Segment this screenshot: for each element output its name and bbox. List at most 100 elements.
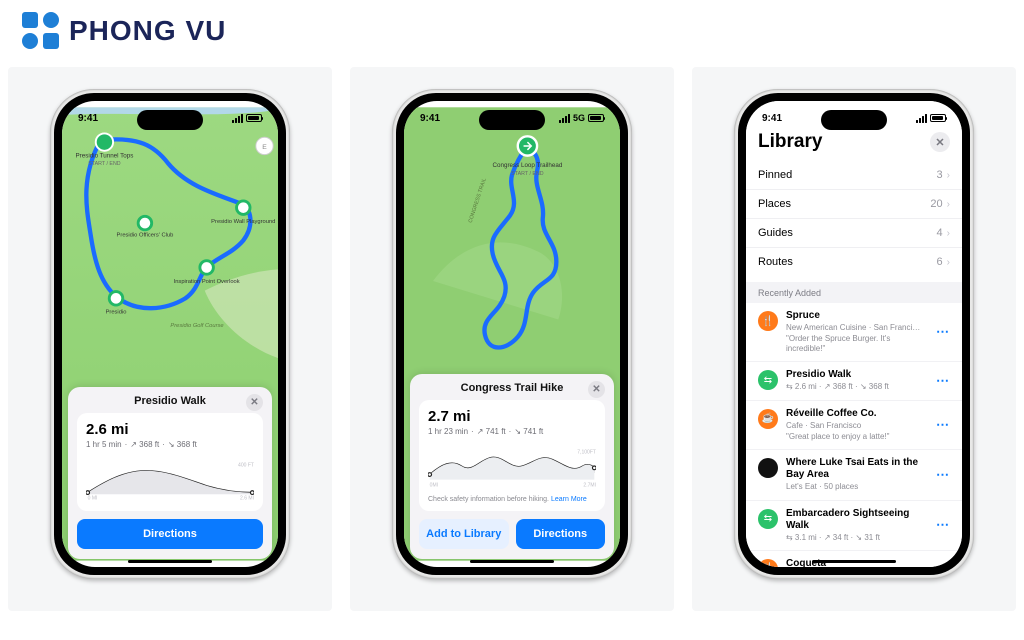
route-meta: 1 hr 5 min· ↗ 368 ft· ↘ 368 ft bbox=[86, 440, 254, 449]
svg-text:2.6 MI: 2.6 MI bbox=[240, 495, 254, 501]
home-indicator[interactable] bbox=[812, 560, 896, 564]
route-distance: 2.6 mi bbox=[86, 421, 254, 438]
svg-text:Presidio Officers' Club: Presidio Officers' Club bbox=[117, 233, 174, 239]
item-title: Where Luke Tsai Eats in the Bay Area bbox=[786, 457, 928, 481]
signal-icon bbox=[916, 114, 927, 123]
category-guides[interactable]: Guides4› bbox=[746, 219, 962, 248]
brand-header: PHONG VU bbox=[0, 0, 1024, 67]
category-pinned[interactable]: Pinned3› bbox=[746, 161, 962, 190]
list-item[interactable]: Where Luke Tsai Eats in the Bay AreaLet'… bbox=[746, 450, 962, 500]
panel-1: 9:41 Presidio Tunn bbox=[8, 67, 332, 611]
list-item[interactable]: 🍴 SpruceNew American Cuisine · San Franci… bbox=[746, 303, 962, 362]
category-places[interactable]: Places20› bbox=[746, 190, 962, 219]
status-time: 9:41 bbox=[420, 113, 440, 124]
item-title: Spruce bbox=[786, 310, 928, 322]
more-icon[interactable]: ⋯ bbox=[936, 467, 950, 483]
route-meta: 1 hr 23 min· ↗ 741 ft· ↘ 741 ft bbox=[428, 427, 596, 436]
svg-text:400 FT: 400 FT bbox=[238, 463, 254, 469]
item-icon: 🍴 bbox=[758, 311, 778, 331]
list-item[interactable]: ⇆ Embarcadero Sightseeing Walk⇆ 3.1 mi · … bbox=[746, 501, 962, 551]
item-title: Embarcadero Sightseeing Walk bbox=[786, 508, 928, 532]
item-quote: "Order the Spruce Burger. It's incredibl… bbox=[786, 334, 928, 354]
close-icon[interactable]: ✕ bbox=[246, 394, 263, 411]
dynamic-island bbox=[821, 110, 887, 130]
svg-text:0 MI: 0 MI bbox=[88, 495, 98, 501]
more-icon[interactable]: ⋯ bbox=[936, 324, 950, 340]
phone-2: 9:41 5G Congress Loop Trailhead START / … bbox=[392, 89, 632, 579]
item-title: Réveille Coffee Co. bbox=[786, 408, 928, 420]
phone-3: 9:41 Library ✕ Pinned3› Places20› Guides… bbox=[734, 89, 974, 579]
item-icon: ⇆ bbox=[758, 509, 778, 529]
item-quote: "Great place to enjoy a latte!" bbox=[786, 432, 928, 442]
status-time: 9:41 bbox=[762, 113, 782, 124]
item-icon bbox=[758, 458, 778, 478]
signal-icon bbox=[559, 114, 570, 123]
list-item[interactable]: ☕ Réveille Coffee Co.Cafe · San Francisco… bbox=[746, 401, 962, 450]
item-icon: ⇆ bbox=[758, 370, 778, 390]
panel-2: 9:41 5G Congress Loop Trailhead START / … bbox=[350, 67, 674, 611]
more-icon[interactable]: ⋯ bbox=[936, 517, 950, 533]
svg-text:E: E bbox=[262, 144, 267, 151]
more-icon[interactable]: ⋯ bbox=[936, 417, 950, 433]
brand-logo-icon bbox=[22, 12, 59, 49]
item-subtitle: Let's Eat · 50 places bbox=[786, 482, 928, 492]
battery-icon bbox=[246, 114, 262, 122]
battery-icon bbox=[930, 114, 946, 122]
svg-text:START / END: START / END bbox=[511, 171, 544, 177]
dynamic-island bbox=[479, 110, 545, 130]
add-to-library-button[interactable]: Add to Library bbox=[419, 519, 509, 549]
svg-text:Presidio: Presidio bbox=[106, 310, 127, 316]
item-icon: 🍴 bbox=[758, 559, 778, 567]
svg-text:START / END: START / END bbox=[88, 161, 121, 167]
status-time: 9:41 bbox=[78, 113, 98, 124]
home-indicator[interactable] bbox=[128, 560, 212, 564]
route-card: 2.6 mi 1 hr 5 min· ↗ 368 ft· ↘ 368 ft 40… bbox=[77, 413, 263, 511]
item-title: Presidio Walk bbox=[786, 369, 928, 381]
brand-name: PHONG VU bbox=[69, 15, 226, 47]
svg-text:7,100FT: 7,100FT bbox=[577, 450, 596, 456]
item-subtitle: Cafe · San Francisco bbox=[786, 421, 928, 431]
svg-text:2.7MI: 2.7MI bbox=[583, 482, 596, 488]
item-subtitle: ⇆ 3.1 mi · ↗ 34 ft · ↘ 31 ft bbox=[786, 533, 928, 543]
route-card: 2.7 mi 1 hr 23 min· ↗ 741 ft· ↘ 741 ft 7… bbox=[419, 400, 605, 511]
section-header: Recently Added bbox=[746, 282, 962, 303]
network-label: 5G bbox=[573, 113, 585, 123]
library-categories: Pinned3› Places20› Guides4› Routes6› bbox=[746, 159, 962, 282]
route-distance: 2.7 mi bbox=[428, 408, 596, 425]
sheet-title: Presidio Walk bbox=[134, 395, 206, 407]
item-subtitle: ⇆ 2.6 mi · ↗ 368 ft · ↘ 368 ft bbox=[786, 382, 928, 392]
home-indicator[interactable] bbox=[470, 560, 554, 564]
close-icon[interactable]: ✕ bbox=[930, 132, 950, 152]
svg-text:0MI: 0MI bbox=[430, 482, 438, 488]
phone-1: 9:41 Presidio Tunn bbox=[50, 89, 290, 579]
safety-note: Check safety information before hiking. … bbox=[428, 496, 596, 503]
category-routes[interactable]: Routes6› bbox=[746, 248, 962, 276]
library-items: 🍴 SpruceNew American Cuisine · San Franci… bbox=[746, 303, 962, 567]
signal-icon bbox=[232, 114, 243, 123]
svg-text:Presidio Wall Playground: Presidio Wall Playground bbox=[211, 219, 275, 225]
more-icon[interactable]: ⋯ bbox=[936, 373, 950, 389]
route-sheet: Congress Trail Hike ✕ 2.7 mi 1 hr 23 min… bbox=[410, 374, 614, 559]
directions-button[interactable]: Directions bbox=[516, 519, 606, 549]
learn-more-link[interactable]: Learn More bbox=[551, 496, 587, 503]
sheet-title: Congress Trail Hike bbox=[461, 382, 564, 394]
list-item[interactable]: ⇆ Presidio Walk⇆ 2.6 mi · ↗ 368 ft · ↘ 36… bbox=[746, 362, 962, 400]
elevation-chart: 400 FT 0 MI 2.6 MI bbox=[86, 457, 254, 503]
svg-text:Inspiration Point Overlook: Inspiration Point Overlook bbox=[174, 279, 240, 285]
showcase-row: 9:41 Presidio Tunn bbox=[0, 67, 1024, 611]
panel-3: 9:41 Library ✕ Pinned3› Places20› Guides… bbox=[692, 67, 1016, 611]
close-icon[interactable]: ✕ bbox=[588, 381, 605, 398]
battery-icon bbox=[588, 114, 604, 122]
item-icon: ☕ bbox=[758, 409, 778, 429]
svg-text:Congress Loop Trailhead: Congress Loop Trailhead bbox=[493, 162, 563, 169]
dynamic-island bbox=[137, 110, 203, 130]
more-icon[interactable]: ⋯ bbox=[936, 562, 950, 567]
svg-text:Presidio Golf Course: Presidio Golf Course bbox=[170, 323, 223, 329]
svg-text:Presidio Tunnel Tops: Presidio Tunnel Tops bbox=[75, 153, 133, 160]
elevation-chart: 7,100FT 6,800FT 0MI 2.7MI bbox=[428, 444, 596, 490]
library-view: Library ✕ Pinned3› Places20› Guides4› Ro… bbox=[746, 101, 962, 567]
directions-button[interactable]: Directions bbox=[77, 519, 263, 549]
item-subtitle: New American Cuisine · San Franci… bbox=[786, 323, 928, 333]
route-sheet: Presidio Walk ✕ 2.6 mi 1 hr 5 min· ↗ 368… bbox=[68, 387, 272, 559]
library-title: Library bbox=[758, 131, 822, 153]
